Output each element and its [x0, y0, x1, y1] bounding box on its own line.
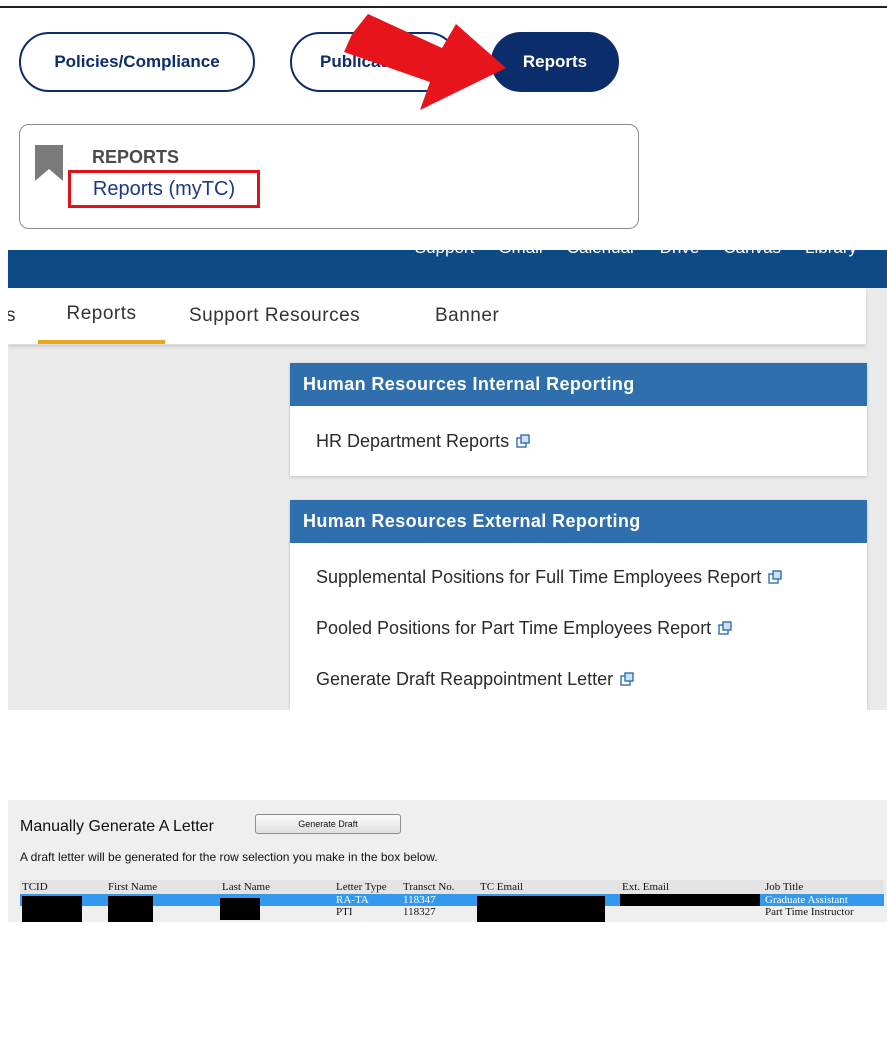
col-transct-no: Transct No. — [403, 881, 455, 893]
top-link-gmail[interactable]: Gmail — [498, 250, 542, 258]
redacted-last-name — [220, 898, 260, 920]
portal-top-links: Support Gmail Calendar Drive Canvas Libr… — [415, 250, 857, 258]
row2-letter-type: PTI — [336, 906, 353, 918]
external-link-icon — [768, 570, 782, 584]
col-first-name: First Name — [108, 881, 158, 893]
letter-tool-panel: Manually Generate A Letter Generate Draf… — [8, 800, 887, 922]
row1-letter-type: RA-TA — [336, 894, 369, 906]
portal-navbar: Support Gmail Calendar Drive Canvas Libr… — [8, 250, 887, 288]
col-last-name: Last Name — [222, 881, 270, 893]
top-link-calendar[interactable]: Calendar — [567, 250, 636, 258]
col-letter-type: Letter Type — [336, 881, 387, 893]
supplemental-positions-link[interactable]: Supplemental Positions for Full Time Emp… — [290, 551, 867, 603]
portal-tab-bar: s Reports Support Resources Banner — [8, 288, 866, 345]
reports-mytc-link[interactable]: Reports (myTC) — [68, 170, 260, 208]
reports-menu-card: REPORTS Reports (myTC) — [19, 124, 639, 229]
policies-compliance-button[interactable]: Policies/Compliance — [19, 32, 255, 92]
row2-job-title: Part Time Instructor — [765, 906, 854, 918]
internal-reporting-title: Human Resources Internal Reporting — [290, 363, 867, 406]
row2-transct-no: 118327 — [403, 906, 436, 918]
col-tcid: TCID — [22, 881, 48, 893]
external-link-icon — [516, 434, 530, 448]
letter-grid[interactable]: TCID First Name Last Name Letter Type Tr… — [20, 880, 884, 922]
internal-reporting-card: Human Resources Internal Reporting HR De… — [290, 363, 867, 476]
generate-reappointment-letter-label: Generate Draft Reappointment Letter — [316, 668, 614, 689]
external-reporting-title: Human Resources External Reporting — [290, 500, 867, 543]
red-arrow-annotation — [344, 14, 506, 110]
generate-reappointment-letter-link[interactable]: Generate Draft Reappointment Letter — [290, 653, 867, 705]
col-ext-email: Ext. Email — [622, 881, 670, 893]
hr-department-reports-label: HR Department Reports — [316, 430, 510, 451]
col-tc-email: TC Email — [480, 881, 524, 893]
top-link-support[interactable]: Support — [415, 250, 475, 258]
top-link-drive[interactable]: Drive — [660, 250, 700, 258]
top-link-canvas[interactable]: Canvas — [723, 250, 781, 258]
pooled-positions-link[interactable]: Pooled Positions for Part Time Employees… — [290, 603, 867, 653]
redacted-ext-email — [620, 894, 760, 906]
redacted-tcid — [22, 896, 82, 922]
bookmark-icon — [35, 145, 63, 181]
letter-tool-description: A draft letter will be generated for the… — [20, 850, 438, 864]
external-link-icon — [620, 672, 634, 686]
col-job-title: Job Title — [765, 881, 804, 893]
reports-heading: REPORTS — [92, 147, 180, 167]
grid-header-row: TCID First Name Last Name Letter Type Tr… — [20, 880, 884, 895]
redacted-first-name — [108, 896, 153, 922]
tab-banner[interactable]: Banner — [435, 288, 499, 344]
hr-department-reports-link[interactable]: HR Department Reports — [290, 406, 867, 476]
row1-transct-no: 118347 — [403, 894, 436, 906]
tab-reports[interactable]: Reports — [38, 288, 165, 344]
letter-tool-title: Manually Generate A Letter — [20, 818, 214, 835]
tab-support-resources[interactable]: Support Resources — [189, 288, 360, 344]
external-reporting-card: Human Resources External Reporting Suppl… — [290, 500, 867, 710]
row1-job-title: Graduate Assistant — [765, 894, 848, 906]
redacted-tc-email — [477, 896, 605, 922]
portal-panel: Support Gmail Calendar Drive Canvas Libr… — [8, 250, 887, 710]
supplemental-positions-label: Supplemental Positions for Full Time Emp… — [316, 566, 762, 587]
top-link-library[interactable]: Library — [805, 250, 857, 258]
generate-draft-button[interactable]: Generate Draft — [255, 814, 401, 834]
pooled-positions-label: Pooled Positions for Part Time Employees… — [316, 617, 712, 638]
external-link-icon — [718, 621, 732, 635]
tab-partial[interactable]: s — [8, 288, 16, 344]
